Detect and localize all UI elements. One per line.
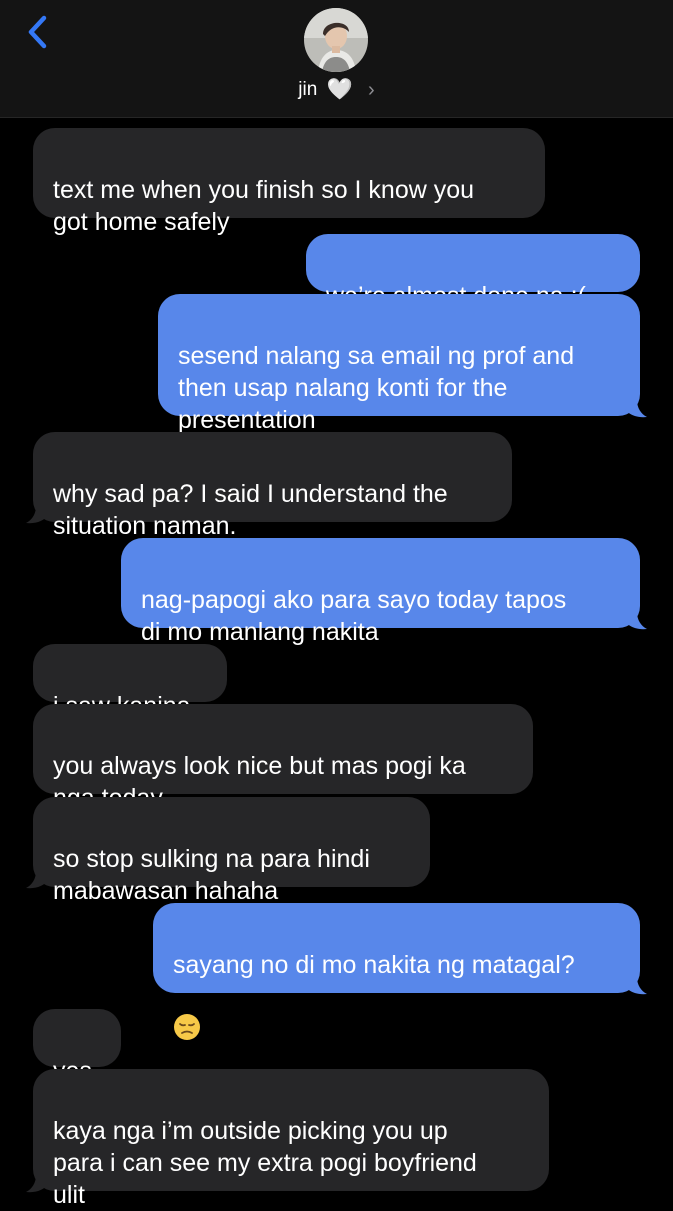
message-bubble-incoming[interactable]: so stop sulking na para hindi mabawasan … (33, 797, 430, 905)
chevron-right-icon: › (368, 79, 375, 101)
message-bubble-incoming[interactable]: you always look nice but mas pogi ka nga… (33, 704, 533, 812)
contact-name-button[interactable]: jin 🤍 › (0, 76, 673, 104)
message-bubble-outgoing[interactable]: we’re almost done na :( (306, 234, 640, 310)
message-bubble-incoming[interactable]: why sad pa? I said I understand the situ… (33, 432, 512, 540)
pensive-face-emoji-icon (174, 1014, 200, 1040)
conversation-header: jin 🤍 › (0, 0, 673, 118)
bubble-tail (625, 977, 647, 995)
message-bubble-incoming[interactable]: i saw kanina (33, 644, 227, 720)
message-bubble-outgoing[interactable]: sayang no di mo nakita ng matagal? (153, 903, 640, 1040)
message-bubble-incoming[interactable]: yes (33, 1009, 121, 1085)
chevron-left-icon[interactable] (24, 12, 54, 52)
message-text: so stop sulking na para hindi mabawasan … (53, 845, 370, 905)
message-text: sayang no di mo nakita ng matagal? (173, 951, 575, 979)
bubble-tail (26, 506, 48, 524)
bubble-tail (26, 871, 48, 889)
message-bubble-outgoing[interactable]: sesend nalang sa email ng prof and then … (158, 294, 640, 434)
message-text: text me when you finish so I know you go… (53, 176, 475, 236)
bubble-tail (625, 612, 647, 630)
avatar[interactable] (304, 8, 368, 72)
bubble-tail (26, 1175, 48, 1193)
message-text: sesend nalang sa email ng prof and then … (178, 342, 575, 434)
message-bubble-outgoing[interactable]: nag-papogi ako para sayo today tapos di … (121, 538, 640, 675)
white-heart-icon: 🤍 (326, 78, 353, 101)
message-text: nag-papogi ako para sayo today tapos di … (141, 586, 567, 646)
message-text: kaya nga i’m outside picking you up para… (53, 1117, 477, 1209)
message-bubble-incoming[interactable]: text me when you finish so I know you go… (33, 128, 545, 236)
message-text: why sad pa? I said I understand the situ… (53, 480, 448, 540)
contact-name: jin (298, 79, 318, 100)
message-bubble-incoming[interactable]: kaya nga i’m outside picking you up para… (33, 1069, 549, 1209)
bubble-tail (625, 400, 647, 418)
